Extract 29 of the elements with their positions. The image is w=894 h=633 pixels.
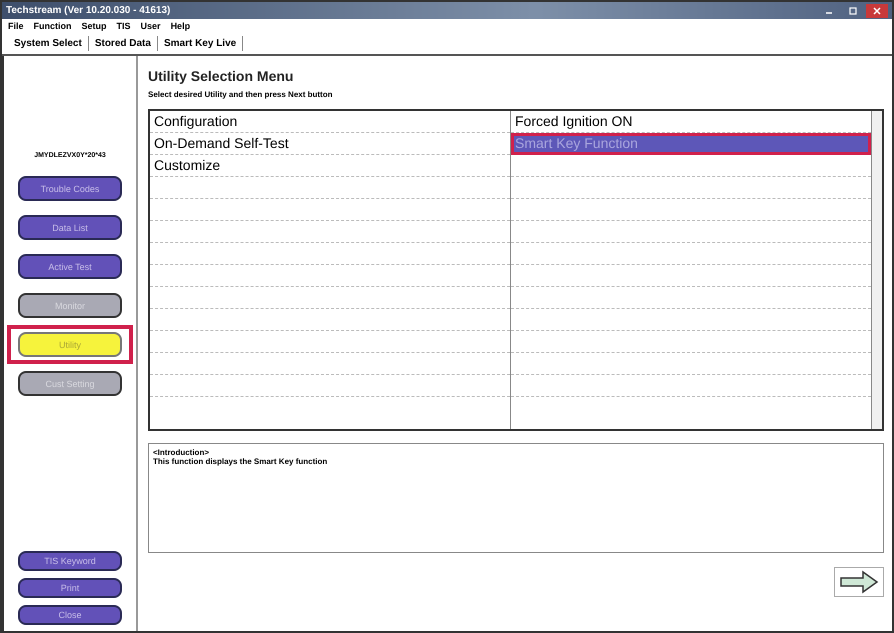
utility-item[interactable]: Customize [150, 155, 510, 177]
toolbar-tab[interactable]: Smart Key Live [158, 36, 244, 51]
menu-item[interactable]: File [8, 21, 24, 31]
sidebar-button[interactable]: Data List [18, 215, 122, 240]
toolbar-tab[interactable]: System Select [8, 36, 89, 51]
menu-item[interactable]: User [140, 21, 161, 31]
sidebar-button[interactable]: Trouble Codes [18, 176, 122, 201]
scroll-bar[interactable] [872, 111, 882, 429]
description-heading: <Introduction> [153, 448, 210, 457]
menu-heading: Utility Selection Menu [148, 68, 294, 84]
right-arrow-icon [839, 570, 879, 594]
window-title: Techstream (Ver 10.20.030 - 41613) [6, 5, 170, 16]
close-icon [873, 6, 881, 14]
sidebar-button[interactable]: TIS Keyword [18, 551, 122, 571]
menu-item[interactable]: TIS [116, 21, 131, 31]
toolbar-tab[interactable]: Stored Data [88, 36, 158, 51]
sidebar-button[interactable]: Print [18, 578, 122, 598]
sidebar-button[interactable]: Active Test [18, 254, 122, 279]
instruction-text: Select desired Utility and then press Next button [148, 90, 334, 99]
close-button[interactable] [866, 4, 888, 18]
description-text: This function displays the Smart Key function [153, 457, 328, 466]
menu-item[interactable]: Help [170, 21, 190, 31]
menu-item[interactable]: Function [34, 21, 72, 31]
utility-item[interactable]: On-Demand Self-Test [150, 133, 510, 155]
sidebar-button[interactable]: Close [18, 605, 122, 625]
utility-item[interactable]: Configuration [150, 111, 510, 133]
menu-item[interactable]: Setup [82, 21, 107, 31]
next-button[interactable] [834, 567, 884, 597]
maximize-icon [849, 6, 857, 14]
